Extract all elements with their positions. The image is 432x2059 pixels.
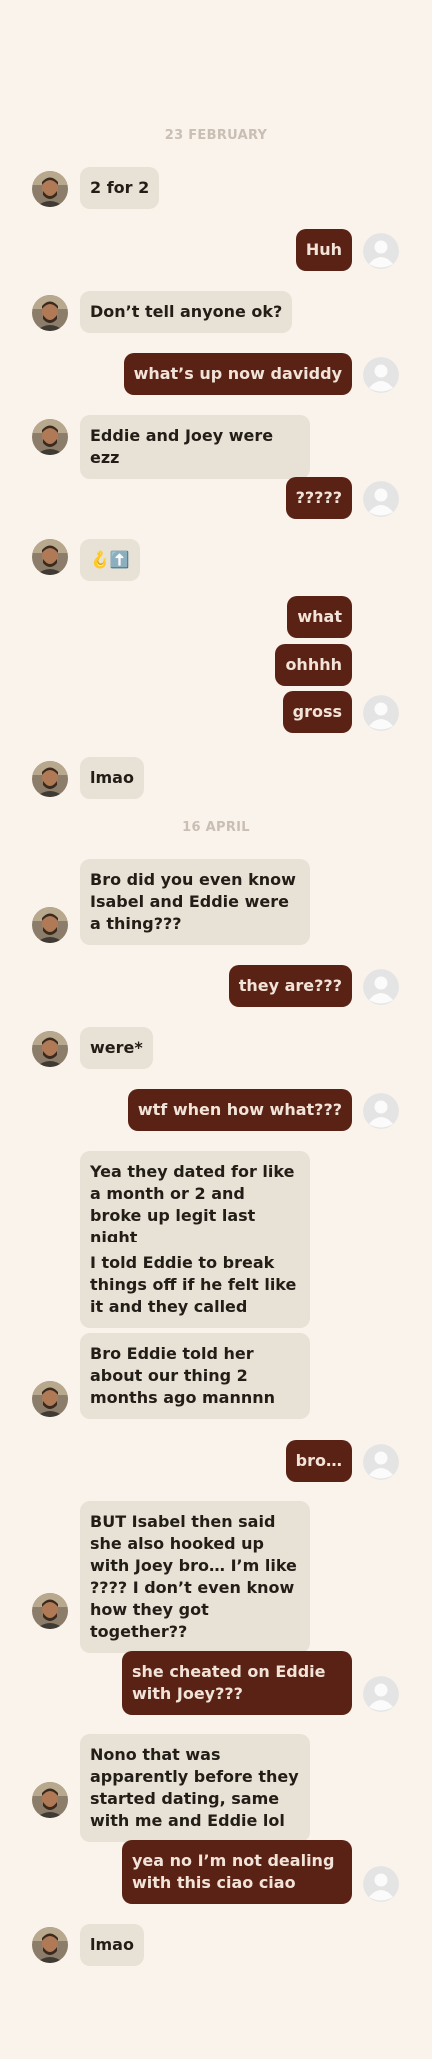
own-avatar[interactable]: [363, 233, 399, 269]
message-bubble-outgoing[interactable]: ?????: [285, 477, 352, 519]
message-bubble-incoming[interactable]: Bro did you even know Isabel and Eddie w…: [80, 859, 310, 945]
own-avatar[interactable]: [363, 695, 399, 731]
contact-avatar-icon: [32, 171, 68, 207]
own-avatar[interactable]: [363, 1676, 399, 1712]
message-bubble-incoming[interactable]: Eddie and Joey were ezz: [80, 415, 310, 479]
contact-avatar-icon: [32, 1593, 68, 1629]
default-user-avatar-icon: [363, 1444, 399, 1480]
contact-avatar[interactable]: [32, 1782, 68, 1818]
message-bubble-outgoing[interactable]: what’s up now daviddy: [123, 353, 352, 395]
message-bubble-incoming[interactable]: Don’t tell anyone ok?: [80, 291, 293, 333]
message-bubble-incoming[interactable]: Bro Eddie told her about our thing 2 mon…: [80, 1333, 310, 1419]
message-bubble-incoming[interactable]: 2 for 2: [80, 167, 160, 209]
contact-avatar-icon: [32, 1782, 68, 1818]
contact-avatar[interactable]: [32, 295, 68, 331]
own-avatar[interactable]: [363, 1866, 399, 1902]
default-user-avatar-icon: [363, 1093, 399, 1129]
message-bubble-incoming[interactable]: I told Eddie to break things off if he f…: [80, 1242, 310, 1328]
default-user-avatar-icon: [363, 481, 399, 517]
contact-avatar-icon: [32, 1381, 68, 1417]
default-user-avatar-icon: [363, 695, 399, 731]
message-bubble-incoming[interactable]: lmao: [80, 1924, 144, 1966]
default-user-avatar-icon: [363, 357, 399, 393]
contact-avatar-icon: [32, 761, 68, 797]
own-avatar[interactable]: [363, 481, 399, 517]
message-bubble-outgoing[interactable]: ohhhh: [275, 644, 352, 686]
message-bubble-outgoing[interactable]: wtf when how what???: [127, 1089, 352, 1131]
chat-thread[interactable]: 23 FEBRUARY 16 APRIL 2 for 2 Huh Don’t t…: [0, 0, 432, 2059]
date-separator: 23 FEBRUARY: [164, 128, 268, 143]
own-avatar[interactable]: [363, 969, 399, 1005]
message-bubble-incoming[interactable]: Nono that was apparently before they sta…: [80, 1734, 310, 1842]
default-user-avatar-icon: [363, 969, 399, 1005]
contact-avatar[interactable]: [32, 1927, 68, 1963]
contact-avatar[interactable]: [32, 907, 68, 943]
message-bubble-outgoing[interactable]: gross: [282, 691, 352, 733]
contact-avatar[interactable]: [32, 1031, 68, 1067]
message-bubble-outgoing[interactable]: Huh: [295, 229, 352, 271]
message-bubble-outgoing[interactable]: she cheated on Eddie with Joey???: [122, 1651, 352, 1715]
default-user-avatar-icon: [363, 1866, 399, 1902]
message-bubble-incoming[interactable]: BUT Isabel then said she also hooked up …: [80, 1501, 310, 1653]
default-user-avatar-icon: [363, 1676, 399, 1712]
contact-avatar-icon: [32, 907, 68, 943]
contact-avatar-icon: [32, 1031, 68, 1067]
contact-avatar[interactable]: [32, 1381, 68, 1417]
contact-avatar[interactable]: [32, 171, 68, 207]
contact-avatar-icon: [32, 539, 68, 575]
message-bubble-incoming[interactable]: lmao: [80, 757, 144, 799]
contact-avatar[interactable]: [32, 419, 68, 455]
message-bubble-outgoing[interactable]: bro…: [285, 1440, 352, 1482]
message-bubble-incoming[interactable]: were*: [80, 1027, 153, 1069]
own-avatar[interactable]: [363, 1093, 399, 1129]
contact-avatar-icon: [32, 295, 68, 331]
message-bubble-incoming[interactable]: 🪝⬆️: [80, 539, 140, 581]
default-user-avatar-icon: [363, 233, 399, 269]
message-bubble-outgoing[interactable]: yea no I’m not dealing with this ciao ci…: [122, 1840, 352, 1904]
contact-avatar-icon: [32, 419, 68, 455]
contact-avatar-icon: [32, 1927, 68, 1963]
contact-avatar[interactable]: [32, 539, 68, 575]
own-avatar[interactable]: [363, 1444, 399, 1480]
message-bubble-outgoing[interactable]: they are???: [228, 965, 352, 1007]
message-bubble-outgoing[interactable]: what: [287, 596, 352, 638]
date-separator: 16 APRIL: [182, 820, 250, 835]
contact-avatar[interactable]: [32, 761, 68, 797]
contact-avatar[interactable]: [32, 1593, 68, 1629]
own-avatar[interactable]: [363, 357, 399, 393]
